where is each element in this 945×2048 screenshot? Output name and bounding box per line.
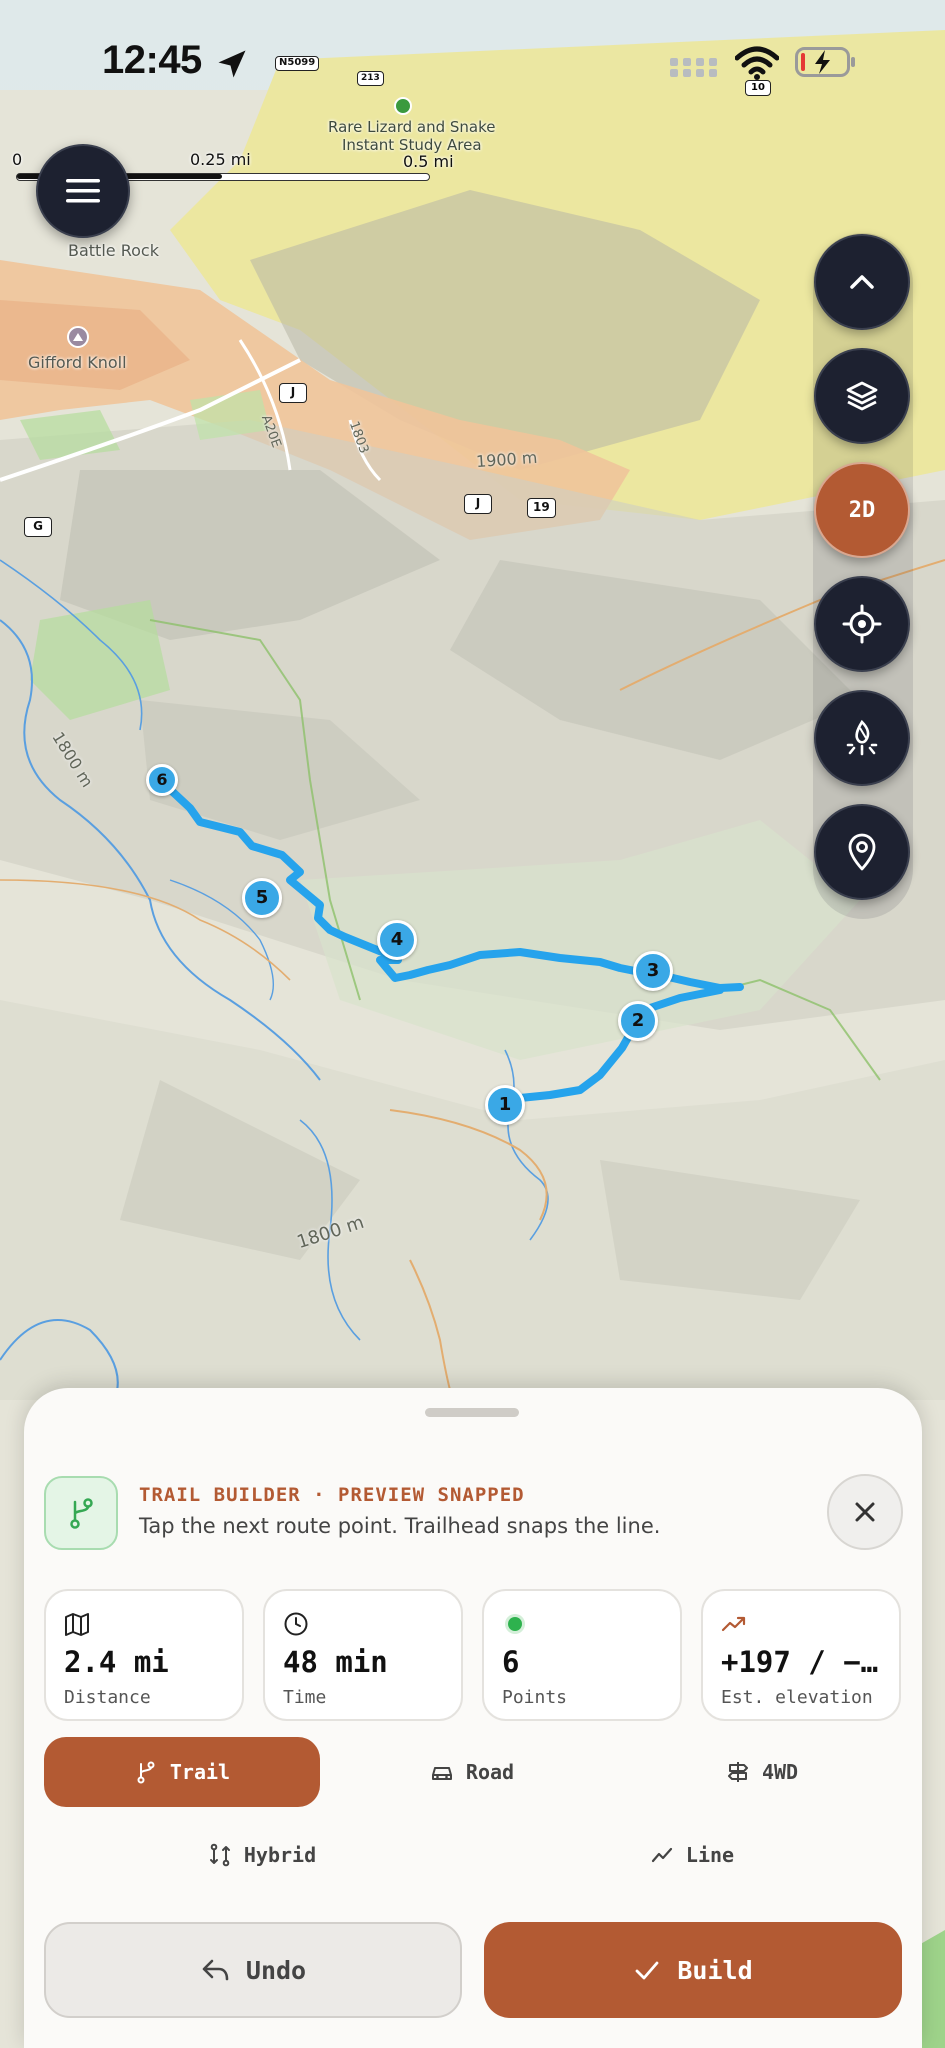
crosshair-icon [842, 604, 882, 644]
peak-label-gifford-knoll: Gifford Knoll [28, 353, 127, 372]
mode-road-button[interactable]: Road [334, 1737, 610, 1807]
route-waypoint-3[interactable]: 3 [633, 951, 673, 991]
stat-card-distance: 2.4 mi Distance [44, 1589, 244, 1721]
stat-card-points: 6 Points [482, 1589, 682, 1721]
build-label: Build [677, 1955, 753, 1985]
trail-builder-sheet: TRAIL BUILDER · PREVIEW SNAPPED Tap the … [24, 1388, 922, 2048]
hybrid-route-icon [209, 1843, 230, 1867]
mode-line-button[interactable]: Line [554, 1820, 830, 1890]
route-shield-19: 19 [527, 498, 556, 518]
menu-button[interactable] [36, 144, 130, 238]
checkmark-icon [635, 1961, 659, 1980]
sheet-subtitle: Tap the next route point. Trailhead snap… [139, 1514, 661, 1538]
mode-4wd-button[interactable]: 4WD [624, 1737, 900, 1807]
mode-road-label: Road [465, 1760, 515, 1784]
undo-arrow-icon [202, 1959, 229, 1981]
stat-value-time: 48 min [283, 1645, 388, 1679]
green-dot-icon [505, 1614, 525, 1634]
signpost-icon [727, 1762, 748, 1782]
sheet-title: TRAIL BUILDER · PREVIEW SNAPPED [139, 1484, 525, 1506]
route-waypoint-1[interactable]: 1 [485, 1085, 525, 1125]
stat-value-points: 6 [502, 1645, 520, 1679]
trend-up-icon [721, 1616, 746, 1632]
drop-pin-button[interactable] [814, 804, 910, 900]
scale-zero-label: 0 [12, 150, 23, 169]
route-waypoint-5[interactable]: 5 [242, 878, 282, 918]
stat-label-points: Points [502, 1687, 568, 1708]
2d-toggle-label: 2D [848, 497, 876, 523]
campfire-icon [846, 719, 878, 756]
trail-branch-icon [70, 1498, 93, 1529]
wifi-icon [735, 46, 779, 80]
chevron-up-icon [850, 275, 874, 289]
clock-icon [284, 1612, 308, 1636]
layers-icon [846, 381, 878, 411]
peak-icon [67, 326, 89, 348]
mode-hybrid-label: Hybrid [243, 1843, 317, 1867]
stat-label-time: Time [283, 1687, 327, 1708]
mode-4wd-label: 4WD [761, 1760, 799, 1784]
mode-trail-button[interactable]: Trail [44, 1737, 320, 1807]
mode-line-label: Line [685, 1843, 735, 1867]
close-icon [855, 1502, 875, 1522]
mode-trail-label: Trail [169, 1760, 231, 1784]
stat-card-elevation: +197 / −… Est. elevation [701, 1589, 901, 1721]
wifi-badge: 10 [745, 80, 771, 96]
route-shield-213: 213 [357, 71, 384, 86]
layers-button[interactable] [814, 348, 910, 444]
poi-label[interactable]: Rare Lizard and Snake Instant Study Area [328, 118, 496, 154]
poi-tree-icon [394, 97, 412, 115]
trail-builder-badge [44, 1476, 118, 1550]
location-arrow-icon [218, 50, 246, 78]
map-pin-icon [848, 833, 876, 871]
stat-value-elevation: +197 / −… [721, 1645, 879, 1679]
sheet-grabber[interactable] [425, 1408, 519, 1417]
scale-half-label: 0.5 mi [403, 152, 454, 171]
route-waypoint-6[interactable]: 6 [146, 764, 178, 796]
route-waypoint-2[interactable]: 2 [618, 1001, 658, 1041]
signal-dots-icon [670, 58, 718, 78]
close-button[interactable] [827, 1474, 903, 1550]
2d-3d-toggle-button[interactable]: 2D [814, 462, 910, 558]
car-icon [431, 1767, 452, 1780]
status-route-shield: N5099 [275, 56, 320, 71]
build-button[interactable]: Build [484, 1922, 902, 2018]
battery-icon [795, 47, 855, 77]
line-chart-icon [651, 1847, 673, 1863]
locate-button[interactable] [814, 576, 910, 672]
route-shield-j-1: J [279, 383, 307, 403]
undo-label: Undo [245, 1955, 307, 1985]
stat-label-distance: Distance [64, 1687, 151, 1708]
map-icon [65, 1613, 89, 1636]
status-time: 12:45 [102, 38, 202, 82]
undo-button[interactable]: Undo [44, 1922, 462, 2018]
stat-card-time: 48 min Time [263, 1589, 463, 1721]
scale-quarter-label: 0.25 mi [190, 150, 251, 169]
poi-label-line1: Rare Lizard and Snake [328, 118, 496, 136]
hamburger-menu-icon [66, 179, 100, 203]
campsite-button[interactable] [814, 690, 910, 786]
peak-label-battle-rock: Battle Rock [68, 241, 159, 260]
route-shield-j-2: J [464, 494, 492, 514]
mode-hybrid-button[interactable]: Hybrid [124, 1820, 400, 1890]
route-shield-g: G [24, 517, 52, 537]
trail-branch-icon [137, 1761, 155, 1784]
stat-label-elevation: Est. elevation [721, 1687, 873, 1708]
route-waypoint-4[interactable]: 4 [377, 920, 417, 960]
stat-value-distance: 2.4 mi [64, 1645, 169, 1679]
collapse-button[interactable] [814, 234, 910, 330]
